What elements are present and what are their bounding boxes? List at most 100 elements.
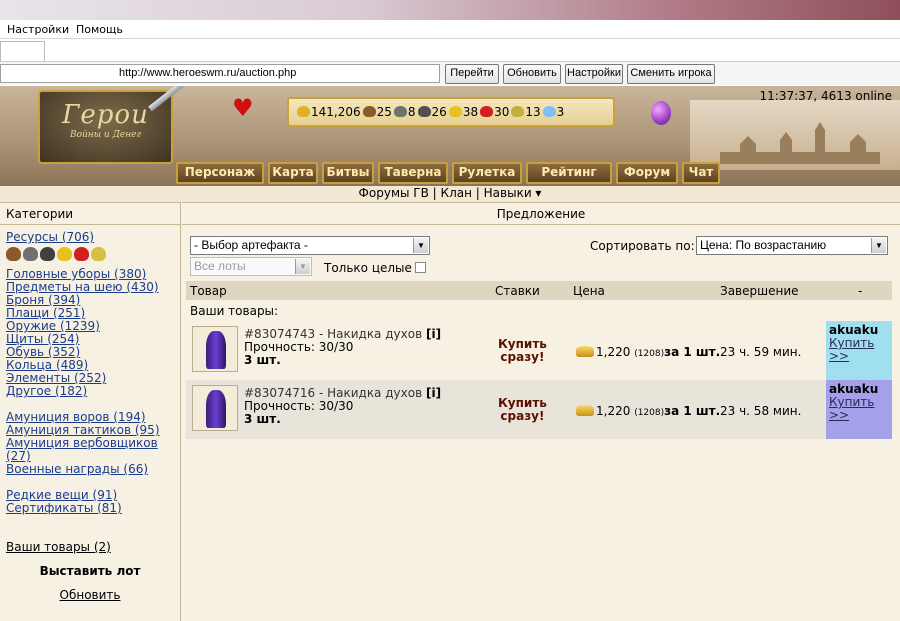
resource-3[interactable]: 26: [417, 105, 447, 119]
col-ends[interactable]: Завершение: [720, 284, 799, 298]
resource-4[interactable]: 38: [448, 105, 479, 119]
my-goods-link[interactable]: Ваши товары (2): [6, 541, 174, 554]
sort-select-value: Цена: По возрастанию: [700, 238, 827, 252]
col-item[interactable]: Товар: [190, 284, 227, 298]
lot-info-link[interactable]: [i]: [426, 386, 441, 400]
mercury-icon[interactable]: [40, 247, 55, 261]
buy-link[interactable]: Купить >>: [829, 395, 874, 422]
resource-value: 26: [431, 105, 447, 119]
only-whole-checkbox[interactable]: [414, 262, 426, 273]
price-original: (1208): [634, 349, 665, 359]
crystal-icon: [480, 106, 494, 117]
artifact-select-value: - Выбор артефакта -: [194, 238, 308, 252]
seller-cell: akuaku Купить >>: [826, 380, 892, 439]
lot-durability: Прочность: 30/30: [244, 399, 354, 413]
nav-rating[interactable]: Рейтинг: [526, 162, 612, 184]
lot-name: #83074716 - Накидка духов: [244, 386, 423, 400]
link-skills[interactable]: Навыки ▾: [484, 186, 542, 200]
resource-value: 8: [407, 105, 416, 119]
lot-info-link[interactable]: [i]: [426, 327, 441, 341]
refresh-link[interactable]: Обновить: [6, 588, 174, 602]
ore-icon[interactable]: [23, 247, 38, 261]
settings-button[interactable]: Настройки: [565, 64, 623, 84]
resource-icons: [6, 247, 174, 264]
wood-icon: [362, 106, 376, 117]
price-per-unit: за 1 шт.: [664, 345, 721, 359]
category-item[interactable]: Сертификаты (81): [6, 502, 174, 515]
menu-help[interactable]: Помощь: [76, 23, 123, 36]
nav-map[interactable]: Карта: [268, 162, 318, 184]
resource-6[interactable]: 13: [511, 105, 541, 119]
post-lot-link[interactable]: Выставить лот: [6, 564, 174, 578]
mana-potion-icon[interactable]: [651, 101, 671, 125]
game-logo[interactable]: Герои Войны и Денег: [38, 90, 173, 164]
auction-content: Категории Ресурсы (706) Головные уборы (…: [0, 202, 900, 621]
only-whole-filter[interactable]: Только целые: [324, 261, 426, 275]
ore-icon: [393, 106, 407, 117]
only-whole-label: Только целые: [324, 261, 412, 275]
sulfur-icon[interactable]: [57, 247, 72, 261]
col-bids[interactable]: Ставки: [495, 284, 540, 298]
refresh-button[interactable]: Обновить: [503, 64, 561, 84]
table-header: Товар Ставки Цена Завершение -: [186, 281, 892, 300]
menu-settings[interactable]: Настройки: [7, 23, 69, 36]
server-clock: 11:37:37, 4613 online: [759, 89, 892, 103]
link-clan[interactable]: Клан: [441, 186, 472, 200]
browser-menubar: Настройки Помощь: [0, 20, 900, 39]
sort-select[interactable]: Цена: По возрастанию ▼: [696, 236, 888, 255]
col-price[interactable]: Цена: [573, 284, 605, 298]
seller-name[interactable]: akuaku: [829, 382, 878, 396]
artifact-select[interactable]: - Выбор артефакта - ▼: [190, 236, 430, 255]
diamond-icon: [542, 106, 556, 117]
lot-quantity: 3 шт.: [244, 353, 281, 367]
lots-select-value: Все лоты: [194, 259, 246, 273]
category-resources[interactable]: Ресурсы (706): [6, 231, 174, 244]
nav-chat[interactable]: Чат: [682, 162, 720, 184]
subnav-sep-2: |: [475, 186, 480, 200]
wood-icon[interactable]: [6, 247, 21, 261]
mercury-icon: [417, 106, 431, 117]
browser-tab[interactable]: [0, 41, 45, 61]
subnav-sep-1: |: [432, 186, 437, 200]
category-item[interactable]: Военные награды (66): [6, 463, 174, 476]
resource-2[interactable]: 8: [393, 105, 416, 119]
crystal-icon[interactable]: [74, 247, 89, 261]
nav-battles[interactable]: Битвы: [322, 162, 374, 184]
lot-ends: 23 ч. 58 мин.: [720, 404, 802, 418]
offers-title: Предложение: [182, 203, 900, 225]
item-thumbnail[interactable]: [192, 326, 238, 372]
categories-panel: Категории Ресурсы (706) Головные уборы (…: [0, 202, 181, 621]
buy-link[interactable]: Купить >>: [829, 336, 874, 363]
nav-roulette[interactable]: Рулетка: [452, 162, 522, 184]
gems-icon[interactable]: [91, 247, 106, 261]
link-forums[interactable]: Форумы ГВ: [359, 186, 429, 200]
address-input[interactable]: http://www.heroeswm.ru/auction.php: [0, 64, 440, 83]
health-heart-icon[interactable]: ♥: [232, 96, 254, 120]
nav-tavern[interactable]: Таверна: [378, 162, 448, 184]
gold-icon: [576, 405, 594, 416]
category-item[interactable]: Другое (182): [6, 385, 174, 398]
resource-value: 38: [462, 105, 479, 119]
change-player-button[interactable]: Сменить игрока: [627, 64, 715, 84]
resource-value: 25: [376, 105, 392, 119]
lot-info: #83074716 - Накидка духов [i] Прочность: …: [244, 387, 441, 426]
price-original: (1208): [634, 408, 665, 418]
price-value: 1,220: [596, 345, 631, 359]
resource-1[interactable]: 25: [362, 105, 392, 119]
resource-5[interactable]: 30: [480, 105, 509, 119]
table-row: #83074716 - Накидка духов [i] Прочность: …: [186, 380, 892, 439]
go-button[interactable]: Перейти: [445, 64, 499, 84]
resource-0[interactable]: 141,206: [297, 105, 361, 119]
nav-forum[interactable]: Форум: [616, 162, 678, 184]
resource-7[interactable]: 3: [542, 105, 564, 119]
col-actions: -: [858, 284, 863, 298]
resources-panel: 141,206 25 8 26 38 30 13 3: [287, 97, 615, 127]
categories-title: Категории: [0, 203, 180, 225]
item-thumbnail[interactable]: [192, 385, 238, 431]
gold-icon: [576, 346, 594, 357]
lots-select[interactable]: Все лоты ▼: [190, 257, 312, 276]
seller-name[interactable]: akuaku: [829, 323, 878, 337]
gems-icon: [511, 106, 525, 117]
category-item[interactable]: Амуниция вербовщиков (27): [6, 437, 174, 463]
nav-character[interactable]: Персонаж: [176, 162, 264, 184]
